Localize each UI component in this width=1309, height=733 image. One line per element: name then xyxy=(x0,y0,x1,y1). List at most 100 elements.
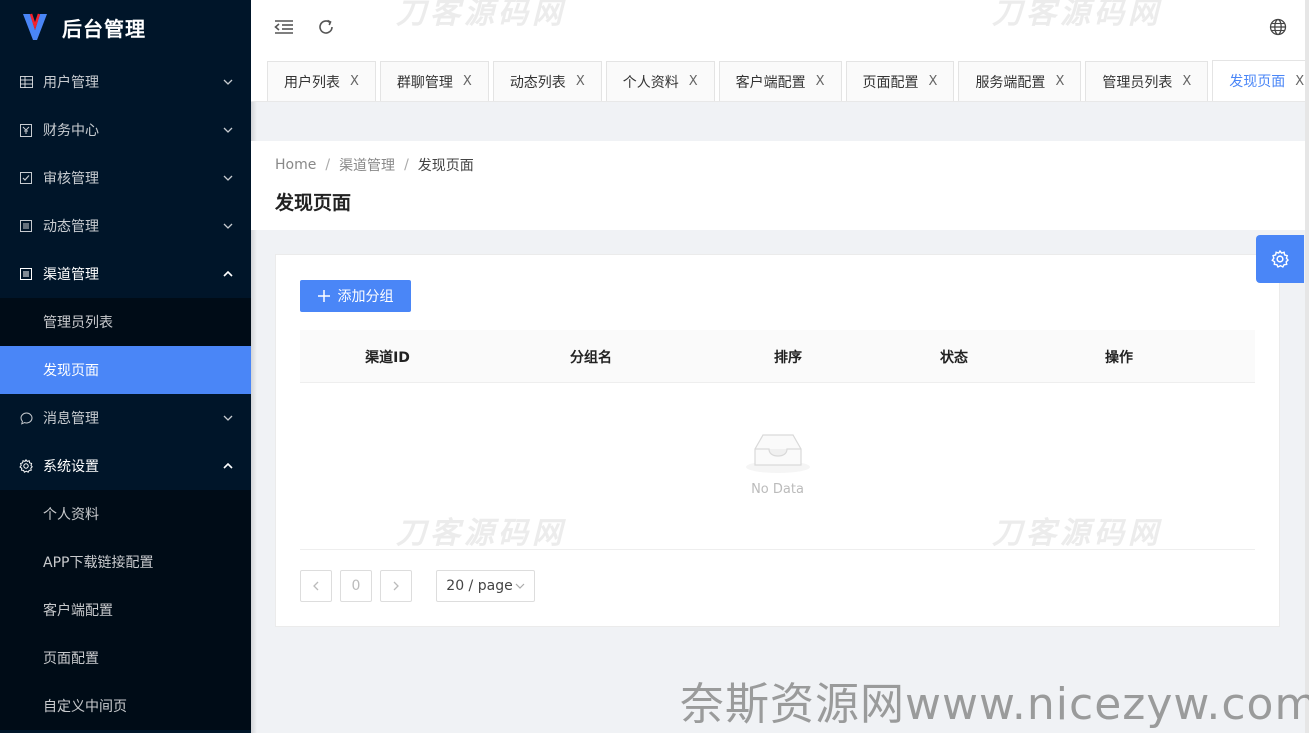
column-header-channel-id[interactable]: 渠道ID xyxy=(300,330,475,383)
empty-inbox-icon xyxy=(746,434,810,473)
breadcrumb: Home / 渠道管理 / 发现页面 xyxy=(275,155,1305,175)
close-icon[interactable]: X xyxy=(1182,74,1191,89)
tab-server-config[interactable]: 服务端配置 X xyxy=(958,61,1082,101)
settings-drawer-button[interactable] xyxy=(1256,235,1304,283)
menu-label: 消息管理 xyxy=(43,411,99,427)
close-icon[interactable]: X xyxy=(350,74,359,89)
sidebar-shadow xyxy=(251,0,257,733)
close-icon[interactable]: X xyxy=(929,74,938,89)
breadcrumb-current: 发现页面 xyxy=(417,158,474,174)
tab-label: 动态列表 xyxy=(509,74,566,91)
close-icon[interactable]: X xyxy=(1055,74,1064,89)
tab-discover-page[interactable]: 发现页面 X xyxy=(1212,60,1309,101)
page-title: 发现页面 xyxy=(275,192,352,214)
table-icon xyxy=(19,75,33,89)
prev-page-button[interactable] xyxy=(300,570,332,602)
menu-channel-management[interactable]: 渠道管理 xyxy=(0,250,251,298)
settings-submenu: 个人资料 APP下载链接配置 客户端配置 页面配置 自定义中间页 xyxy=(0,490,251,730)
menu-label: 财务中心 xyxy=(43,123,99,139)
menu-dynamic-management[interactable]: 动态管理 xyxy=(0,202,251,250)
menu-label: 用户管理 xyxy=(43,75,99,91)
column-header-group-name[interactable]: 分组名 xyxy=(475,330,707,383)
watermark: 刀客源码网 xyxy=(992,516,1162,551)
tab-dynamic-list[interactable]: 动态列表 X xyxy=(492,61,602,101)
menu-fold-button[interactable] xyxy=(269,12,299,42)
menu-user-management[interactable]: 用户管理 xyxy=(0,58,251,106)
sidebar-item-app-download-config[interactable]: APP下载链接配置 xyxy=(0,538,251,586)
tab-profile[interactable]: 个人资料 X xyxy=(605,61,715,101)
column-header-actions[interactable]: 操作 xyxy=(1039,330,1199,383)
menu-message-management[interactable]: 消息管理 xyxy=(0,394,251,442)
menu-fold-icon xyxy=(274,20,293,34)
menu-label: 审核管理 xyxy=(43,171,99,187)
plus-icon xyxy=(317,290,330,302)
tab-label: 页面配置 xyxy=(862,74,919,91)
logo[interactable]: 后台管理 xyxy=(0,0,251,54)
sidebar-item-page-config[interactable]: 页面配置 xyxy=(0,634,251,682)
menu-label: 渠道管理 xyxy=(43,267,99,283)
breadcrumb-parent[interactable]: 渠道管理 xyxy=(339,155,395,175)
gear-icon xyxy=(1271,250,1289,268)
chevron-down-icon xyxy=(223,173,233,183)
chevron-down-icon xyxy=(223,125,233,135)
close-icon[interactable]: X xyxy=(816,74,825,89)
sidebar-item-profile[interactable]: 个人资料 xyxy=(0,490,251,538)
channel-submenu: 管理员列表 发现页面 xyxy=(0,298,251,394)
tab-client-config[interactable]: 客户端配置 X xyxy=(718,61,842,101)
close-icon[interactable]: X xyxy=(1295,74,1304,89)
language-button[interactable] xyxy=(1263,12,1293,42)
message-icon xyxy=(19,411,33,425)
page-size-select[interactable]: 20 / page xyxy=(436,570,535,602)
chevron-right-icon xyxy=(393,581,399,591)
next-page-button[interactable] xyxy=(380,570,412,602)
add-group-button[interactable]: 添加分组 xyxy=(300,280,411,312)
tab-user-list[interactable]: 用户列表 X xyxy=(267,61,376,101)
tab-label: 管理员列表 xyxy=(1102,74,1173,91)
watermark: 刀客源码网 xyxy=(396,516,566,551)
close-icon[interactable]: X xyxy=(576,74,585,89)
close-icon[interactable]: X xyxy=(463,74,472,89)
chevron-down-icon xyxy=(223,413,233,423)
page-number[interactable]: 0 xyxy=(340,570,372,602)
scrollbar[interactable] xyxy=(1305,0,1309,733)
tab-label: 群聊管理 xyxy=(396,74,453,91)
tab-label: 个人资料 xyxy=(622,74,679,91)
menu-finance-center[interactable]: 财务中心 xyxy=(0,106,251,154)
list-icon xyxy=(19,219,33,233)
chevron-down-icon xyxy=(515,583,525,589)
watermark: 刀客源码网 xyxy=(992,0,1162,31)
empty-text: No Data xyxy=(751,482,804,497)
list-icon xyxy=(19,267,33,281)
chevron-down-icon xyxy=(223,221,233,231)
checkbox-icon xyxy=(19,171,33,185)
menu-label: 系统设置 xyxy=(43,459,99,475)
globe-icon xyxy=(1269,18,1287,36)
tab-page-config[interactable]: 页面配置 X xyxy=(845,61,955,101)
sidebar-item-client-config[interactable]: 客户端配置 xyxy=(0,586,251,634)
close-icon[interactable]: X xyxy=(689,74,698,89)
chevron-up-icon xyxy=(223,269,233,279)
menu-system-settings[interactable]: 系统设置 xyxy=(0,442,251,490)
table-header: 渠道ID 分组名 排序 状态 操作 xyxy=(300,330,1255,383)
sidebar-item-custom-middle-page[interactable]: 自定义中间页 xyxy=(0,682,251,730)
sidebar-item-admin-list[interactable]: 管理员列表 xyxy=(0,298,251,346)
sidebar-item-discover-page[interactable]: 发现页面 xyxy=(0,346,251,394)
breadcrumb-separator: / xyxy=(404,157,409,173)
breadcrumb-home[interactable]: Home xyxy=(275,157,316,173)
tab-admin-list[interactable]: 管理员列表 X xyxy=(1085,61,1209,101)
app-title: 后台管理 xyxy=(62,16,146,41)
chevron-down-icon xyxy=(223,77,233,87)
refresh-button[interactable] xyxy=(311,12,341,42)
column-header-status[interactable]: 状态 xyxy=(869,330,1039,383)
finance-icon xyxy=(19,123,33,137)
chevron-left-icon xyxy=(313,581,319,591)
tab-group-chat[interactable]: 群聊管理 X xyxy=(379,61,489,101)
watermark: 刀客源码网 xyxy=(396,0,566,31)
gear-icon xyxy=(19,459,33,473)
column-header-sort[interactable]: 排序 xyxy=(707,330,869,383)
menu-audit-management[interactable]: 审核管理 xyxy=(0,154,251,202)
tab-label: 发现页面 xyxy=(1229,74,1286,90)
add-group-label: 添加分组 xyxy=(337,289,394,305)
watermark-site: 奈斯资源网www.nicezyw.com xyxy=(680,679,1309,730)
sidebar: 后台管理 用户管理 财务中心 审核管理 动态管理 渠道管理 管理员列表 发现页面… xyxy=(0,0,251,733)
